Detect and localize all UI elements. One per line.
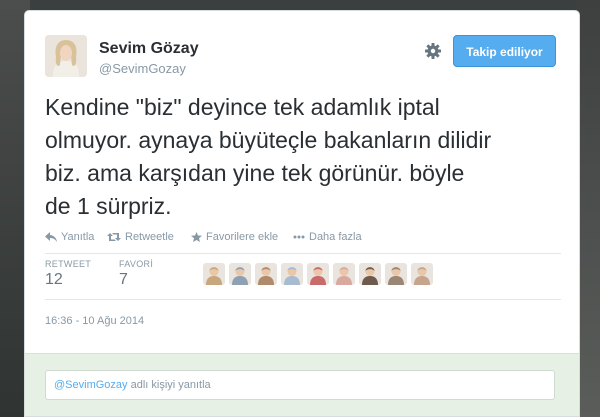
user-avatar-8[interactable] bbox=[385, 263, 407, 285]
user-avatar-4[interactable] bbox=[281, 263, 303, 285]
reply-area: @SevimGozay adlı kişiyi yanıtla bbox=[25, 353, 579, 416]
retweet-count[interactable]: 12 bbox=[45, 271, 63, 289]
reply-input[interactable]: @SevimGozay adlı kişiyi yanıtla bbox=[45, 370, 555, 400]
divider bbox=[45, 253, 561, 254]
tweet-text-line: Kendine "biz" deyince tek adamlık iptal bbox=[45, 94, 440, 120]
user-avatar-9[interactable] bbox=[411, 263, 433, 285]
retweet-label: Retweetle bbox=[125, 231, 174, 243]
reply-mention: @SevimGozay bbox=[54, 379, 128, 391]
retweet-action[interactable]: Retweetle bbox=[107, 229, 174, 245]
more-label: Daha fazla bbox=[309, 231, 362, 243]
reply-label: Yanıtla bbox=[61, 231, 95, 243]
favorite-count-label[interactable]: FAVORİ bbox=[119, 259, 153, 269]
favorite-label: Favorilere ekle bbox=[206, 231, 279, 243]
tweet-text-line: olmuyor. aynaya büyüteçle bakanların dil… bbox=[45, 127, 492, 153]
user-avatar-1[interactable] bbox=[203, 263, 225, 285]
favorite-action[interactable]: Favorilere ekle bbox=[191, 229, 278, 245]
reply-icon bbox=[45, 232, 57, 242]
tweet-card: Sevim Gözay @SevimGozay Takip ediliyor K… bbox=[24, 10, 580, 417]
more-action[interactable]: Daha fazla bbox=[293, 229, 362, 245]
retweet-icon bbox=[107, 233, 121, 241]
divider bbox=[45, 299, 561, 300]
user-avatar-5[interactable] bbox=[307, 263, 329, 285]
profile-photo-icon bbox=[45, 35, 87, 77]
user-avatar-3[interactable] bbox=[255, 263, 277, 285]
favorite-count[interactable]: 7 bbox=[119, 271, 128, 289]
more-dots-icon bbox=[293, 235, 305, 239]
tweet-text-line: de 1 sürpriz. bbox=[45, 193, 172, 219]
tweet-text: Kendine "biz" deyince tek adamlık iptal … bbox=[45, 91, 561, 223]
tweet-timestamp: 16:36 - 10 Ağu 2014 bbox=[45, 315, 145, 327]
profile-handle[interactable]: @SevimGozay bbox=[99, 61, 186, 76]
user-avatar-6[interactable] bbox=[333, 263, 355, 285]
reply-action[interactable]: Yanıtla bbox=[45, 229, 94, 245]
user-avatar-7[interactable] bbox=[359, 263, 381, 285]
reply-placeholder: adlı kişiyi yanıtla bbox=[127, 379, 211, 391]
tweet-text-line: biz. ama karşıdan yine tek görünür. böyl… bbox=[45, 160, 465, 186]
following-button[interactable]: Takip ediliyor bbox=[453, 35, 556, 67]
retweet-count-label[interactable]: RETWEET bbox=[45, 259, 91, 269]
star-icon bbox=[191, 232, 202, 242]
gear-icon[interactable] bbox=[423, 41, 443, 61]
profile-name[interactable]: Sevim Gözay bbox=[99, 40, 199, 58]
user-avatar-2[interactable] bbox=[229, 263, 251, 285]
avatar[interactable] bbox=[45, 35, 87, 77]
